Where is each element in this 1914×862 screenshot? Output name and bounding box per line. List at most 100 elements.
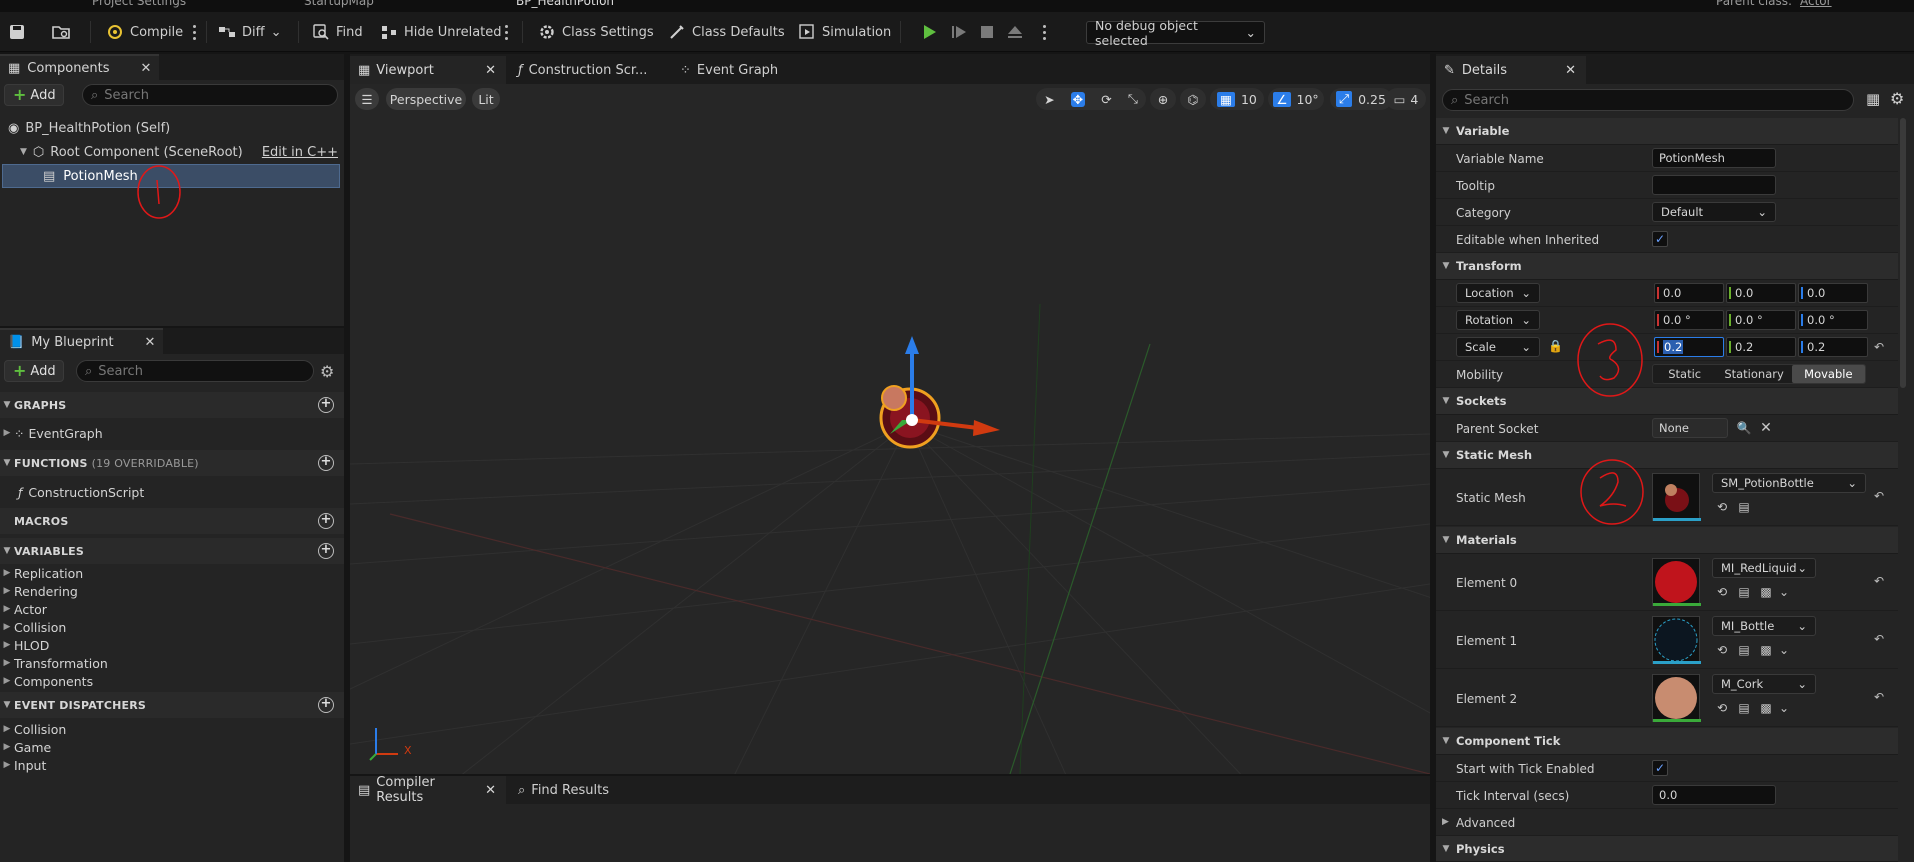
tab-find-results[interactable]: ⌕ Find Results: [518, 776, 609, 804]
compile-options-button[interactable]: [190, 20, 198, 44]
variable-category[interactable]: ▶ HLOD: [0, 636, 50, 654]
category-dropdown[interactable]: Default ⌄: [1652, 202, 1776, 222]
lock-icon[interactable]: 🔒: [1548, 339, 1563, 353]
dispatcher-category[interactable]: ▶ Game: [0, 738, 52, 756]
parent-class-link[interactable]: Actor: [1800, 0, 1832, 8]
grid-snap-button[interactable]: ▦ 10: [1210, 88, 1264, 110]
translate-icon[interactable]: ✥: [1070, 91, 1086, 107]
section-variables[interactable]: ▼ VARIABLES +: [0, 538, 344, 564]
scale-x-input[interactable]: 0.2: [1654, 337, 1724, 357]
browse-asset-icon[interactable]: ▤: [1736, 499, 1752, 515]
section-event-dispatchers[interactable]: ▼ EVENT DISPATCHERS +: [0, 692, 344, 718]
scale-snap-button[interactable]: ⤢ 0.25: [1330, 88, 1392, 110]
close-icon[interactable]: ✕: [1565, 63, 1576, 78]
details-section-physics[interactable]: ▼ Physics: [1436, 836, 1898, 862]
hide-unrelated-button[interactable]: Hide Unrelated: [380, 19, 502, 45]
details-search-input[interactable]: ⌕ Search: [1442, 89, 1854, 111]
diff-button[interactable]: Diff ⌄: [218, 19, 282, 45]
play-button[interactable]: [920, 19, 938, 45]
compile-button[interactable]: Compile: [106, 19, 183, 45]
add-macro-icon[interactable]: +: [318, 513, 334, 529]
stop-button[interactable]: [978, 19, 996, 45]
browse-asset-icon[interactable]: ▤: [1736, 584, 1752, 600]
section-functions[interactable]: ▼ FUNCTIONS (19 OVERRIDABLE) +: [0, 450, 344, 476]
material-thumbnail[interactable]: [1652, 616, 1701, 664]
use-selected-icon[interactable]: ⟲: [1714, 584, 1730, 600]
start-tick-checkbox[interactable]: ✓: [1652, 760, 1668, 776]
reset-to-default-icon[interactable]: ↶: [1874, 574, 1884, 588]
variable-category[interactable]: ▶ Transformation: [0, 654, 108, 672]
rotation-y-input[interactable]: 0.0 °: [1726, 310, 1796, 330]
my-blueprint-search-input[interactable]: ⌕ Search: [76, 360, 314, 382]
add-dispatcher-icon[interactable]: +: [318, 697, 334, 713]
checker-icon[interactable]: ▩: [1758, 642, 1774, 658]
chevron-down-icon[interactable]: ⌄: [1776, 700, 1792, 716]
class-defaults-button[interactable]: Class Defaults: [668, 19, 785, 45]
reset-to-default-icon[interactable]: ↶: [1874, 690, 1884, 704]
close-icon[interactable]: ✕: [485, 63, 496, 78]
expand-arrow-icon[interactable]: ▼: [20, 147, 27, 157]
section-graphs[interactable]: ▼ GRAPHS +: [0, 392, 344, 418]
location-y-input[interactable]: 0.0: [1726, 283, 1796, 303]
checker-icon[interactable]: ▩: [1758, 700, 1774, 716]
rotation-x-input[interactable]: 0.0 °: [1654, 310, 1724, 330]
surface-snap-button[interactable]: ⌬: [1180, 88, 1206, 110]
static-mesh-picker[interactable]: SM_PotionBottle ⌄: [1712, 473, 1866, 493]
mobility-static-option[interactable]: Static: [1653, 365, 1716, 383]
variable-category[interactable]: ▶ Replication: [0, 564, 84, 582]
details-section-materials[interactable]: ▼ Materials: [1436, 527, 1898, 554]
add-variable-icon[interactable]: +: [318, 543, 334, 559]
scale-z-input[interactable]: 0.2: [1798, 337, 1868, 357]
simulation-button[interactable]: Simulation: [798, 19, 891, 45]
details-section-sockets[interactable]: ▼ Sockets: [1436, 388, 1898, 415]
browse-asset-icon[interactable]: ▤: [1736, 700, 1752, 716]
section-macros[interactable]: MACROS +: [0, 508, 344, 534]
edit-in-cpp-link[interactable]: Edit in C++: [262, 145, 338, 160]
perspective-button[interactable]: Perspective: [386, 88, 466, 110]
use-selected-icon[interactable]: ⟲: [1714, 499, 1730, 515]
details-section-static-mesh[interactable]: ▼ Static Mesh: [1436, 442, 1898, 469]
function-item-constructionscript[interactable]: ƒ ConstructionScript: [18, 483, 144, 501]
static-mesh-thumbnail[interactable]: [1652, 473, 1701, 521]
step-button[interactable]: [950, 19, 968, 45]
world-local-button[interactable]: ⊕: [1150, 88, 1176, 110]
camera-speed-button[interactable]: ▭ 4: [1386, 88, 1426, 110]
mobility-stationary-option[interactable]: Stationary: [1716, 365, 1791, 383]
close-icon[interactable]: ✕: [145, 335, 156, 350]
expand-arrow-icon[interactable]: ▶: [0, 428, 14, 438]
scale-icon[interactable]: ⤡: [1128, 91, 1138, 107]
material-thumbnail[interactable]: [1652, 558, 1701, 606]
details-section-transform[interactable]: ▼ Transform: [1436, 253, 1898, 280]
close-icon[interactable]: ✕: [485, 783, 496, 798]
add-component-button[interactable]: + Add: [4, 84, 64, 106]
eject-button[interactable]: [1006, 19, 1024, 45]
dispatcher-category[interactable]: ▶ Input: [0, 756, 47, 774]
parent-socket-value[interactable]: None: [1652, 418, 1728, 438]
variable-category[interactable]: ▶ Actor: [0, 600, 47, 618]
details-scrollbar[interactable]: [1900, 118, 1906, 388]
tab-my-blueprint[interactable]: 📘 My Blueprint ✕: [0, 328, 164, 354]
chevron-down-icon[interactable]: ⌄: [1776, 642, 1792, 658]
viewport-menu-button[interactable]: ☰: [355, 88, 379, 110]
chevron-down-icon[interactable]: ⌄: [1776, 584, 1792, 600]
component-root[interactable]: ▼ ⬡ Root Component (SceneRoot) Edit in C…: [0, 140, 340, 164]
save-button[interactable]: [8, 19, 26, 45]
dispatcher-category[interactable]: ▶ Collision: [0, 720, 67, 738]
graph-item-eventgraph[interactable]: ▶ ⁘ EventGraph: [0, 424, 103, 442]
debug-object-select[interactable]: No debug object selected ⌄: [1086, 18, 1265, 48]
select-icon[interactable]: ➤: [1044, 92, 1054, 107]
location-mode-dropdown[interactable]: Location ⌄: [1456, 283, 1540, 303]
gear-icon[interactable]: ⚙: [320, 362, 334, 381]
scale-y-input[interactable]: 0.2: [1726, 337, 1796, 357]
reset-to-default-icon[interactable]: ↶: [1874, 340, 1884, 354]
tab-project-settings[interactable]: Project Settings: [92, 0, 186, 8]
hide-unrelated-options-button[interactable]: [502, 20, 510, 44]
tab-components[interactable]: ▦ Components ✕: [0, 54, 160, 80]
editable-inherited-checkbox[interactable]: ✓: [1652, 231, 1668, 247]
tab-compiler-results[interactable]: ▤ Compiler Results ✕: [350, 775, 506, 805]
tab-viewport[interactable]: ▦ Viewport ✕: [350, 56, 506, 84]
scale-mode-dropdown[interactable]: Scale ⌄: [1456, 337, 1540, 357]
potion-mesh-gizmo[interactable]: [850, 334, 1010, 474]
rotation-mode-dropdown[interactable]: Rotation ⌄: [1456, 310, 1540, 330]
rotate-icon[interactable]: ⟳: [1101, 92, 1111, 107]
